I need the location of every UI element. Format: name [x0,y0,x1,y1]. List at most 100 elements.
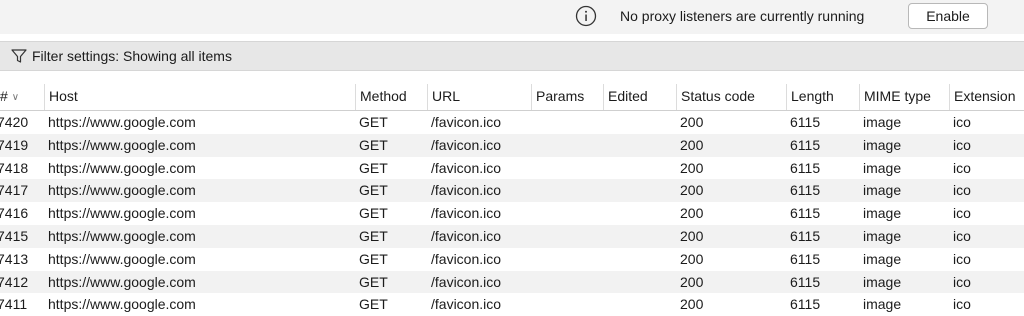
chevron-down-icon: ∨ [11,92,20,103]
cell-status-code: 200 [680,227,704,244]
cell-params [531,225,603,248]
cell-url: /favicon.ico [431,182,502,199]
cell-length: 6115 [790,227,821,244]
table-row[interactable]: 7415 https://www.google.com GET/favicon.ic… [0,224,1024,248]
cell-status-code: 200 [680,136,704,153]
cell-extension: ico [953,273,971,290]
cell-mime-type: image [863,114,902,130]
cell-number: 7411 [0,296,28,313]
cell-edited [603,271,676,294]
cell-url: /favicon.ico [431,205,502,222]
column-header-number[interactable]: # ∨ [0,84,44,110]
cell-extension: ico [953,250,971,267]
cell-length: 6115 [790,114,821,130]
cell-host: https://www.google.com [48,159,196,176]
cell-extension: ico [953,205,971,222]
filter-bar[interactable]: Filter settings: Showing all items [0,41,1024,71]
cell-mime-type: image [863,250,902,267]
table-row[interactable]: 7413 https://www.google.com GET/favicon.ic… [0,248,1024,271]
cell-mime-type: image [863,182,902,199]
table-row[interactable]: 7416 https://www.google.com GET/favicon.ic… [0,202,1024,225]
cell-status-code: 200 [680,250,704,267]
cell-extension: ico [953,227,971,244]
proxy-status-message: No proxy listeners are currently running [620,8,865,24]
table-header: # ∨ Host Method URL Params Edited Status … [0,84,1024,111]
table-row[interactable]: 7417 https://www.google.com GET/favicon.ic… [0,179,1024,203]
cell-host: https://www.google.com [48,182,196,199]
column-header-length[interactable]: Length [786,84,859,110]
cell-mime-type: image [863,159,902,176]
cell-url: /favicon.ico [431,227,502,244]
enable-button[interactable]: Enable [908,3,988,29]
column-header-extension[interactable]: Extension [949,84,1024,110]
cell-length: 6115 [790,159,821,176]
cell-extension: ico [953,182,971,199]
cell-url: /favicon.ico [431,136,502,153]
cell-host: https://www.google.com [48,273,196,290]
cell-host: https://www.google.com [48,296,196,313]
cell-number: 7417 [0,182,29,199]
column-header-edited[interactable]: Edited [603,84,676,110]
cell-status-code: 200 [680,114,704,130]
cell-edited [603,248,676,271]
cell-extension: ico [953,136,971,153]
cell-method: GET [359,159,388,176]
cell-edited [603,111,676,134]
column-header-params[interactable]: Params [531,84,603,110]
cell-length: 6115 [790,296,821,313]
column-header-label: # [0,88,8,104]
cell-number: 7413 [0,250,29,267]
cell-url: /favicon.ico [431,296,502,313]
cell-status-code: 200 [680,273,704,290]
cell-method: GET [359,182,388,199]
column-header-host[interactable]: Host [44,84,355,110]
table-row[interactable]: 7411 https://www.google.com GET/favicon.ic… [0,293,1024,316]
cell-params [531,134,603,157]
cell-params [531,111,603,134]
cell-edited [603,202,676,225]
cell-mime-type: image [863,273,902,290]
cell-params [531,293,603,316]
cell-host: https://www.google.com [48,136,196,153]
table-row[interactable]: 7418 https://www.google.com GET/favicon.ic… [0,157,1024,180]
filter-settings-label: Filter settings: Showing all items [32,48,232,64]
cell-params [531,271,603,294]
table-row[interactable]: 7412 https://www.google.com GET/favicon.ic… [0,270,1024,294]
cell-status-code: 200 [680,159,704,176]
cell-number: 7415 [0,227,29,244]
cell-method: GET [359,136,388,153]
cell-status-code: 200 [680,182,704,199]
cell-number: 7416 [0,205,29,222]
cell-url: /favicon.ico [431,273,502,290]
column-header-status-code[interactable]: Status code [676,84,786,110]
cell-params [531,248,603,271]
cell-extension: ico [953,159,971,176]
cell-method: GET [359,227,388,244]
column-header-mime-type[interactable]: MIME type [859,84,949,110]
cell-edited [603,293,676,316]
cell-length: 6115 [790,182,821,199]
table-row[interactable]: 7420 https://www.google.com GET/favicon.ic… [0,111,1024,134]
cell-number: 7412 [0,273,29,290]
cell-mime-type: image [863,296,902,313]
info-circle-icon [575,5,597,27]
cell-number: 7420 [0,114,29,130]
cell-edited [603,134,676,157]
cell-extension: ico [953,296,971,313]
cell-number: 7419 [0,136,29,153]
cell-mime-type: image [863,205,902,222]
cell-params [531,157,603,180]
funnel-icon [11,49,27,63]
table-row[interactable]: 7419 https://www.google.com GET/favicon.ic… [0,133,1024,157]
cell-mime-type: image [863,136,902,153]
cell-length: 6115 [790,250,821,267]
cell-host: https://www.google.com [48,250,196,267]
column-header-method[interactable]: Method [355,84,427,110]
cell-edited [603,225,676,248]
column-header-url[interactable]: URL [427,84,531,110]
cell-number: 7418 [0,159,29,176]
cell-method: GET [359,250,388,267]
cell-method: GET [359,205,388,222]
cell-host: https://www.google.com [48,114,196,130]
cell-params [531,179,603,202]
